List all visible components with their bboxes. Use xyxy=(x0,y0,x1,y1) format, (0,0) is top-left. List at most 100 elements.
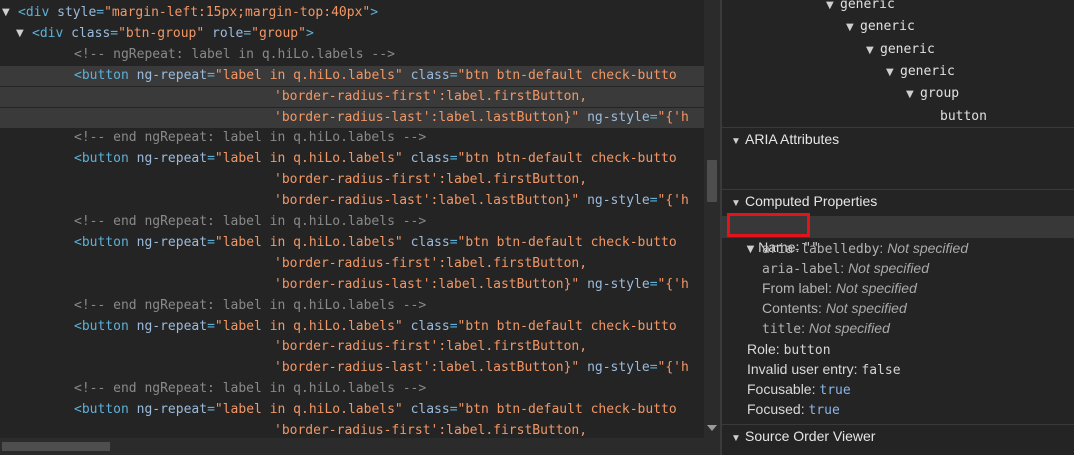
code-token: = xyxy=(243,25,252,41)
code-token: style xyxy=(57,5,97,20)
code-token: "label in q.hiLo.labels" xyxy=(214,402,403,418)
dom-node-line[interactable]: 'border-radius-last':label.lastButton}" … xyxy=(0,191,704,211)
dom-node-line[interactable]: <!-- end ngRepeat: label in q.hiLo.label… xyxy=(0,212,704,232)
code-token: class xyxy=(402,402,450,418)
code-token: ng-style xyxy=(579,109,650,125)
code-token: class xyxy=(402,67,450,83)
code-token: = xyxy=(649,276,658,292)
code-token: "label in q.hiLo.labels" xyxy=(214,151,403,167)
code-token: <div xyxy=(18,5,58,20)
dom-node-line[interactable]: 'border-radius-first':label.firstButton, xyxy=(0,170,704,190)
expand-triangle-icon[interactable]: ▼ xyxy=(16,24,24,44)
dom-node-line[interactable]: 'border-radius-last':label.lastButton}" … xyxy=(0,358,704,378)
code-token: > xyxy=(305,25,314,41)
a11y-tree-node[interactable]: ▼ generic xyxy=(866,40,935,60)
dom-node-line[interactable]: 'border-radius-first':label.firstButton, xyxy=(0,86,704,107)
code-token: = xyxy=(649,193,658,209)
name-source-row: aria-labelledby: Not specified xyxy=(762,240,969,257)
dom-node-line[interactable]: 'border-radius-first':label.firstButton, xyxy=(0,254,704,274)
dom-node-line[interactable]: 'border-radius-last':label.lastButton}" … xyxy=(0,275,704,295)
code-token: "{'h xyxy=(657,193,689,209)
horizontal-scroll-thumb[interactable] xyxy=(2,442,110,451)
code-token: class xyxy=(402,151,450,167)
a11y-node-role: button xyxy=(940,108,987,124)
code-token: class xyxy=(71,25,111,41)
name-source-value: Not specified xyxy=(848,260,929,277)
expand-triangle-icon: ▼ xyxy=(906,89,914,101)
code-token: <button xyxy=(74,402,137,418)
computed-property-value: true xyxy=(808,403,840,418)
dom-node-line[interactable]: ▼ <div class="btn-group" role="group"> xyxy=(0,24,704,44)
code-token: <!-- end ngRepeat: label in q.hiLo.label… xyxy=(74,381,427,397)
dom-node-text: 'border-radius-first':label.firstButton, xyxy=(274,170,587,190)
dom-node-text: <button ng-repeat="label in q.hiLo.label… xyxy=(74,400,677,420)
a11y-tree-node[interactable]: ▼ group xyxy=(906,84,959,104)
source-order-viewer-section-header[interactable]: ▼ Source Order Viewer xyxy=(722,424,1074,447)
computed-property-value: button xyxy=(783,343,831,358)
code-token: "group" xyxy=(251,25,306,41)
computed-properties-section-header[interactable]: ▼ Computed Properties xyxy=(722,189,1074,212)
code-token: = xyxy=(207,151,215,167)
a11y-tree-node[interactable]: ▼ generic xyxy=(826,0,895,15)
code-token: 'border-radius-last':label.lastButton}" xyxy=(274,193,580,209)
computed-property-key: Focusable xyxy=(747,381,812,397)
code-token: "btn btn-default check-butto xyxy=(457,151,677,167)
dom-node-text: 'border-radius-first':label.firstButton, xyxy=(274,254,587,274)
code-token: role xyxy=(204,25,244,41)
dom-node-line[interactable]: 'border-radius-last':label.lastButton}" … xyxy=(0,107,704,128)
code-token: "btn btn-default check-butto xyxy=(457,234,677,250)
name-source-row: aria-label: Not specified xyxy=(762,260,929,278)
dom-node-text: 'border-radius-first':label.firstButton, xyxy=(274,337,587,357)
code-token: = xyxy=(207,402,215,418)
dom-node-line[interactable]: <!-- end ngRepeat: label in q.hiLo.label… xyxy=(0,128,704,148)
name-source-value: Not specified xyxy=(808,320,890,337)
code-token: ng-style xyxy=(579,193,650,209)
dom-node-line[interactable]: <!-- end ngRepeat: label in q.hiLo.label… xyxy=(0,379,704,399)
code-token: 'border-radius-last':label.lastButton}" xyxy=(274,276,580,292)
a11y-tree-node[interactable]: button xyxy=(926,107,987,127)
horizontal-scrollbar[interactable] xyxy=(0,438,720,455)
section-title: ARIA Attributes xyxy=(745,131,840,147)
dom-node-line[interactable]: <button ng-repeat="label in q.hiLo.label… xyxy=(0,233,704,253)
code-token: = xyxy=(449,151,458,167)
code-token: = xyxy=(207,67,215,83)
dom-node-text: <!-- end ngRepeat: label in q.hiLo.label… xyxy=(74,296,426,316)
code-token: <!-- end ngRepeat: label in q.hiLo.label… xyxy=(74,297,427,313)
dom-node-line[interactable]: <!-- ngRepeat: label in q.hiLo.labels --… xyxy=(0,45,704,65)
dom-node-line[interactable]: 'border-radius-first':label.firstButton, xyxy=(0,337,704,357)
dom-node-text: <!-- end ngRepeat: label in q.hiLo.label… xyxy=(74,212,426,232)
dom-node-text: <button ng-repeat="label in q.hiLo.label… xyxy=(74,233,677,253)
dom-node-line[interactable]: <button ng-repeat="label in q.hiLo.label… xyxy=(0,65,704,86)
dom-node-line[interactable]: <button ng-repeat="label in q.hiLo.label… xyxy=(0,149,704,169)
collapse-triangle-icon: ▼ xyxy=(731,433,741,444)
code-token: "label in q.hiLo.labels" xyxy=(214,234,403,250)
vertical-scroll-thumb[interactable] xyxy=(707,160,717,202)
expand-triangle-icon: ▼ xyxy=(846,22,854,34)
code-token: ng-repeat xyxy=(136,402,208,418)
scroll-down-arrow-icon[interactable] xyxy=(707,425,717,431)
code-token: <button xyxy=(74,151,137,167)
dom-node-text: <button ng-repeat="label in q.hiLo.label… xyxy=(74,149,677,169)
aria-attributes-section-header[interactable]: ▼ ARIA Attributes xyxy=(722,127,1074,150)
dom-node-text: <button ng-repeat="label in q.hiLo.label… xyxy=(74,317,677,337)
code-token: = xyxy=(449,234,458,250)
code-token: 'border-radius-first':label.firstButton, xyxy=(274,423,588,438)
dom-node-line[interactable]: <!-- end ngRepeat: label in q.hiLo.label… xyxy=(0,296,704,316)
computed-property-row: Focused: true xyxy=(747,401,840,418)
vertical-scrollbar[interactable] xyxy=(704,0,720,438)
code-token: 'border-radius-first':label.firstButton, xyxy=(274,172,588,188)
a11y-tree-node[interactable]: ▼ generic xyxy=(886,62,955,82)
name-source-row: title: Not specified xyxy=(762,320,890,338)
dom-node-line[interactable]: ▼ <div style="margin-left:15px;margin-top… xyxy=(0,3,704,23)
code-token: = xyxy=(649,109,658,125)
code-token: class xyxy=(402,234,450,250)
a11y-tree-node[interactable]: ▼ generic xyxy=(846,17,915,37)
dom-node-text: <div style="margin-left:15px;margin-top:… xyxy=(18,3,378,23)
expand-triangle-icon[interactable]: ▼ xyxy=(2,3,10,23)
annotation-highlight-box xyxy=(727,213,810,237)
dom-node-line[interactable]: <button ng-repeat="label in q.hiLo.label… xyxy=(0,400,704,420)
code-token: ng-style xyxy=(579,360,650,376)
dom-node-line[interactable]: <button ng-repeat="label in q.hiLo.label… xyxy=(0,317,704,337)
name-source-key: Contents xyxy=(762,300,819,317)
expand-triangle-icon: ▼ xyxy=(886,66,894,78)
